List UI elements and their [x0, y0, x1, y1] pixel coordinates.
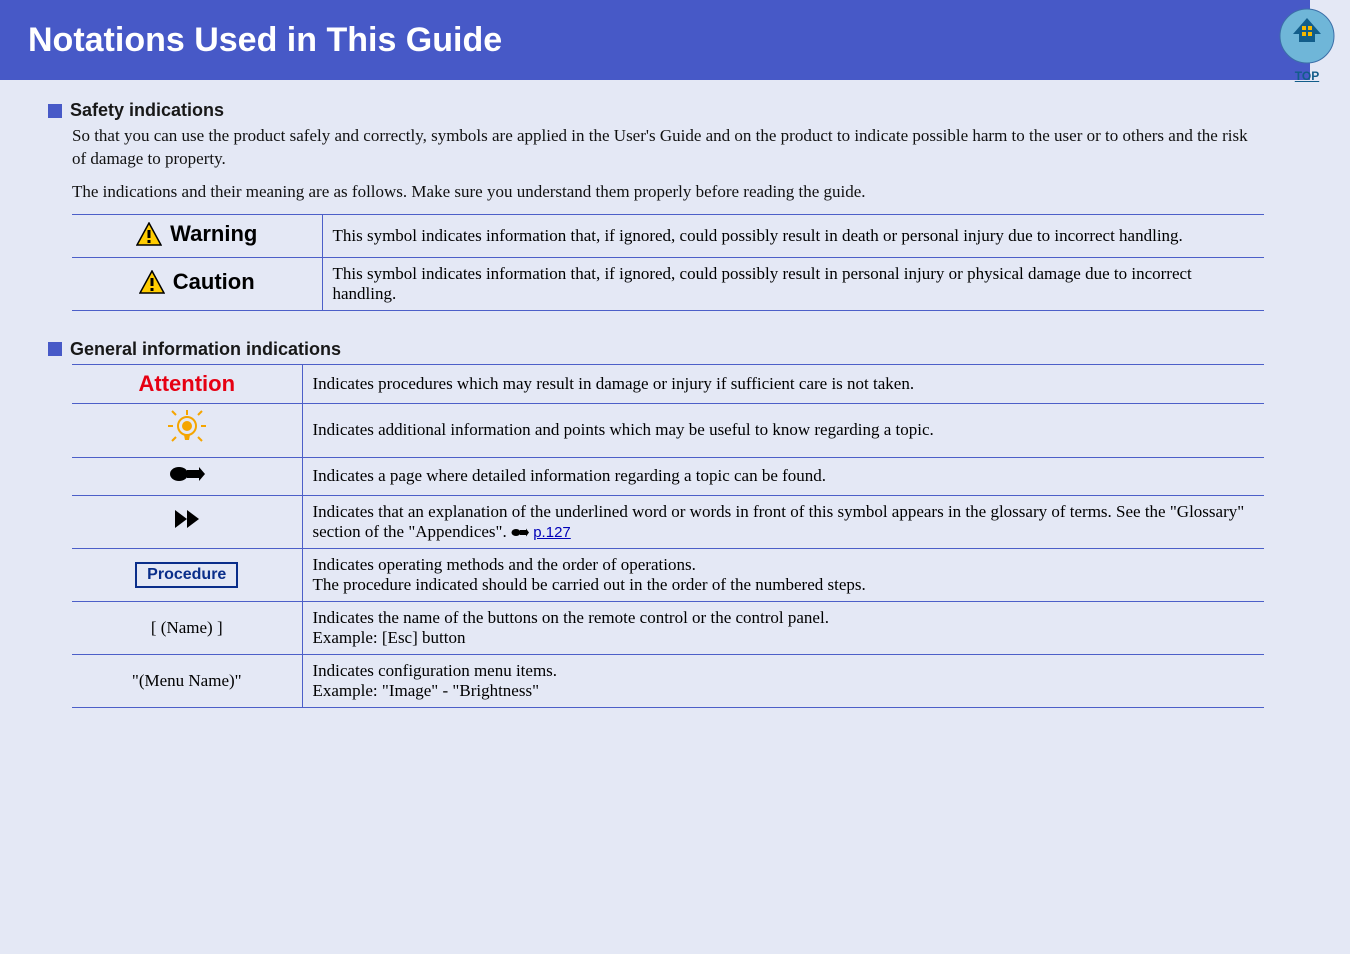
glossary-link[interactable]: p.127 — [533, 524, 571, 541]
warning-triangle-icon — [136, 222, 162, 246]
caution-triangle-icon — [139, 270, 165, 294]
general-table: Attention Indicates procedures which may… — [72, 364, 1264, 708]
attention-label: Attention — [138, 371, 235, 396]
warning-label: Warning — [136, 221, 257, 247]
glossary-desc: Indicates that an explanation of the und… — [302, 495, 1264, 548]
general-heading-text: General information indications — [70, 339, 341, 360]
name-desc: Indicates the name of the buttons on the… — [302, 601, 1264, 654]
safety-intro-2: The indications and their meaning are as… — [72, 181, 1264, 204]
page-title: Notations Used in This Guide — [28, 21, 502, 60]
safety-table: Warning This symbol indicates informatio… — [72, 214, 1264, 311]
lightbulb-tip-icon — [167, 410, 207, 446]
caution-desc: This symbol indicates information that, … — [322, 257, 1264, 310]
table-row: Procedure Indicates operating methods an… — [72, 548, 1264, 601]
pointer-desc: Indicates a page where detailed informat… — [302, 457, 1264, 495]
procedure-label: Procedure — [135, 562, 238, 588]
table-row: Warning This symbol indicates informatio… — [72, 214, 1264, 257]
warning-desc: This symbol indicates information that, … — [322, 214, 1264, 257]
square-bullet-icon — [48, 104, 62, 118]
table-row: Caution This symbol indicates informatio… — [72, 257, 1264, 310]
hand-pointer-small-icon — [511, 527, 529, 538]
table-row: Indicates a page where detailed informat… — [72, 457, 1264, 495]
general-heading: General information indications — [48, 339, 1264, 360]
top-nav-button[interactable]: TOP — [1279, 8, 1335, 83]
table-row: [ (Name) ] Indicates the name of the but… — [72, 601, 1264, 654]
safety-intro-1: So that you can use the product safely a… — [72, 125, 1264, 171]
caution-text: Caution — [173, 269, 255, 295]
caution-label: Caution — [139, 269, 255, 295]
safety-heading: Safety indications — [48, 100, 1264, 121]
square-bullet-icon — [48, 342, 62, 356]
procedure-desc: Indicates operating methods and the orde… — [302, 548, 1264, 601]
safety-heading-text: Safety indications — [70, 100, 224, 121]
attention-desc: Indicates procedures which may result in… — [302, 364, 1264, 403]
tip-desc: Indicates additional information and poi… — [302, 403, 1264, 457]
page-header: Notations Used in This Guide — [0, 0, 1310, 80]
table-row: Indicates that an explanation of the und… — [72, 495, 1264, 548]
fast-forward-icon — [175, 510, 199, 528]
hand-pointer-icon — [169, 464, 205, 484]
table-row: Attention Indicates procedures which may… — [72, 364, 1264, 403]
name-label: [ (Name) ] — [72, 601, 302, 654]
glossary-text: Indicates that an explanation of the und… — [313, 502, 1245, 541]
table-row: Indicates additional information and poi… — [72, 403, 1264, 457]
menu-desc: Indicates configuration menu items. Exam… — [302, 654, 1264, 707]
menu-label: "(Menu Name)" — [72, 654, 302, 707]
top-label: TOP — [1279, 69, 1335, 83]
home-top-icon — [1279, 8, 1335, 64]
table-row: "(Menu Name)" Indicates configuration me… — [72, 654, 1264, 707]
page-content: Safety indications So that you can use t… — [0, 80, 1310, 708]
warning-text: Warning — [170, 221, 257, 247]
